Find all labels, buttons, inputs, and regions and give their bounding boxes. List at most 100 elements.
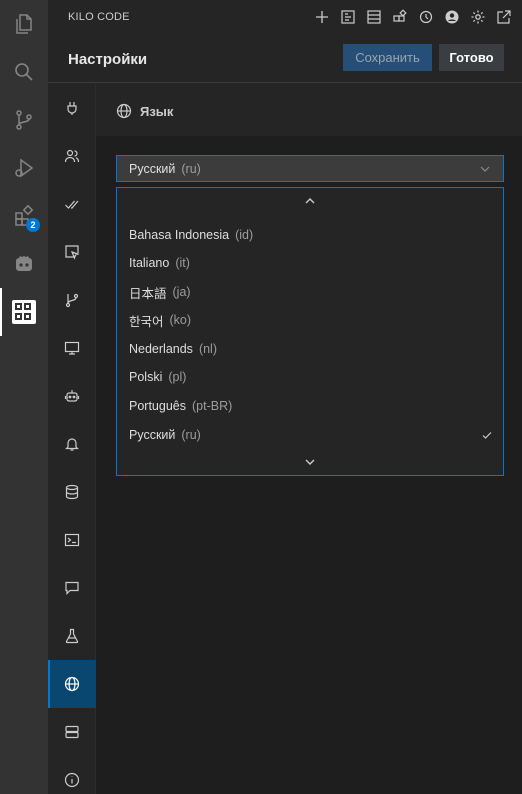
option-name: Português <box>129 399 186 413</box>
godot-button[interactable] <box>0 240 48 288</box>
settings-header: Настройки Сохранить Готово <box>48 35 522 83</box>
new-task-button[interactable] <box>312 6 332 28</box>
panel-header-actions <box>312 6 514 28</box>
language-option[interactable]: Nederlands (nl) <box>117 335 503 363</box>
option-name: Русский <box>129 428 176 442</box>
tab-prompts[interactable] <box>48 564 96 612</box>
language-option[interactable]: 日本語 (ja) <box>117 278 503 306</box>
tab-browser[interactable] <box>48 228 96 276</box>
selected-language-code: (ru) <box>181 161 201 176</box>
robot-icon <box>64 390 80 402</box>
option-code: (pl) <box>168 370 187 384</box>
language-option[interactable]: 한국어 (ko) <box>117 306 503 334</box>
bell-icon <box>65 438 79 451</box>
extensions-button[interactable]: 2 <box>0 192 48 240</box>
tab-providers[interactable] <box>48 84 96 132</box>
done-button[interactable]: Готово <box>439 44 504 71</box>
language-option[interactable]: Italiano (it) <box>117 249 503 277</box>
section-title: Язык <box>140 104 174 119</box>
tab-ghost[interactable] <box>48 372 96 420</box>
run-debug-icon <box>15 158 34 178</box>
chat-icon <box>65 581 79 595</box>
history-list-icon <box>367 10 381 24</box>
option-code: (pt-BR) <box>191 399 233 413</box>
source-control-icon <box>16 110 32 130</box>
settings-content: Язык Русский (ru) Bahasa Indonesia (id) … <box>96 84 522 794</box>
users-icon <box>64 149 80 163</box>
option-code: (ja) <box>172 285 191 299</box>
account-icon <box>445 10 459 24</box>
language-select[interactable]: Русский (ru) <box>116 155 504 182</box>
option-code: (id) <box>235 228 254 242</box>
plug-icon <box>67 102 77 115</box>
search-button[interactable] <box>0 48 48 96</box>
tab-checkpoints[interactable] <box>48 276 96 324</box>
activity-bar: 2 <box>0 0 48 794</box>
run-debug-button[interactable] <box>0 144 48 192</box>
history-button[interactable] <box>416 6 436 28</box>
save-button[interactable]: Сохранить <box>343 44 432 71</box>
panel-header: KILO CODE <box>48 0 522 35</box>
page-title: Настройки <box>68 51 148 68</box>
source-control-button[interactable] <box>0 96 48 144</box>
tab-notifications[interactable] <box>48 420 96 468</box>
godot-icon <box>16 256 32 271</box>
git-branch-icon <box>65 293 79 308</box>
settings-tabs <box>48 84 96 794</box>
option-code: (nl) <box>198 342 217 356</box>
language-option[interactable]: Português (pt-BR) <box>117 392 503 420</box>
kilo-code-panel: KILO CODE Настройки Сохранить Готово Язы… <box>48 0 522 794</box>
popout-button[interactable] <box>494 6 514 28</box>
option-code: (it) <box>175 256 190 270</box>
tab-about[interactable] <box>48 756 96 794</box>
kilo-code-button[interactable] <box>0 288 48 336</box>
gear-icon <box>471 10 485 24</box>
marketplace-icon <box>393 9 407 22</box>
option-name: 한국어 <box>129 314 164 329</box>
tab-auto-approve[interactable] <box>48 180 96 228</box>
scroll-up-icon[interactable] <box>303 194 317 208</box>
tab-language[interactable] <box>48 660 96 708</box>
database-icon <box>65 484 79 500</box>
prompts-icon <box>341 10 355 24</box>
option-name: Nederlands <box>129 342 193 356</box>
flask-icon <box>65 628 79 644</box>
tab-terminal[interactable] <box>48 516 96 564</box>
explorer-button[interactable] <box>0 0 48 48</box>
info-icon <box>64 772 80 788</box>
settings-button[interactable] <box>468 6 488 28</box>
history-list-button[interactable] <box>364 6 384 28</box>
terminal-icon <box>64 533 80 547</box>
scroll-down-icon[interactable] <box>303 455 317 469</box>
tab-experimental[interactable] <box>48 612 96 660</box>
chevron-down-icon <box>480 166 490 172</box>
marketplace-button[interactable] <box>390 6 410 28</box>
globe-icon <box>64 676 80 692</box>
tab-modes[interactable] <box>48 132 96 180</box>
tab-context[interactable] <box>48 468 96 516</box>
option-name: Bahasa Indonesia <box>129 228 230 242</box>
option-code: (ru) <box>181 428 201 442</box>
popout-icon <box>497 10 511 24</box>
panel-title: KILO CODE <box>68 11 130 23</box>
section-header: Язык <box>96 84 522 136</box>
extensions-badge: 2 <box>26 218 40 232</box>
language-option[interactable]: Polski (pl) <box>117 363 503 391</box>
tab-mcp[interactable] <box>48 708 96 756</box>
language-dropdown: Bahasa Indonesia (id) Italiano (it) 日本語 … <box>116 187 504 476</box>
language-option-selected[interactable]: Русский (ru) <box>117 421 503 449</box>
option-code: (ko) <box>169 313 192 327</box>
tab-display[interactable] <box>48 324 96 372</box>
globe-icon <box>116 103 132 119</box>
check-icon <box>482 432 492 439</box>
kilo-code-icon <box>12 300 36 324</box>
account-button[interactable] <box>442 6 462 28</box>
prompts-button[interactable] <box>338 6 358 28</box>
search-icon <box>15 63 33 81</box>
check-all-icon <box>65 200 79 209</box>
browser-pointer-icon <box>65 245 80 260</box>
monitor-icon <box>64 341 80 355</box>
option-name: Polski <box>129 370 163 384</box>
plus-icon <box>316 11 328 23</box>
language-option[interactable]: Bahasa Indonesia (id) <box>117 221 503 249</box>
